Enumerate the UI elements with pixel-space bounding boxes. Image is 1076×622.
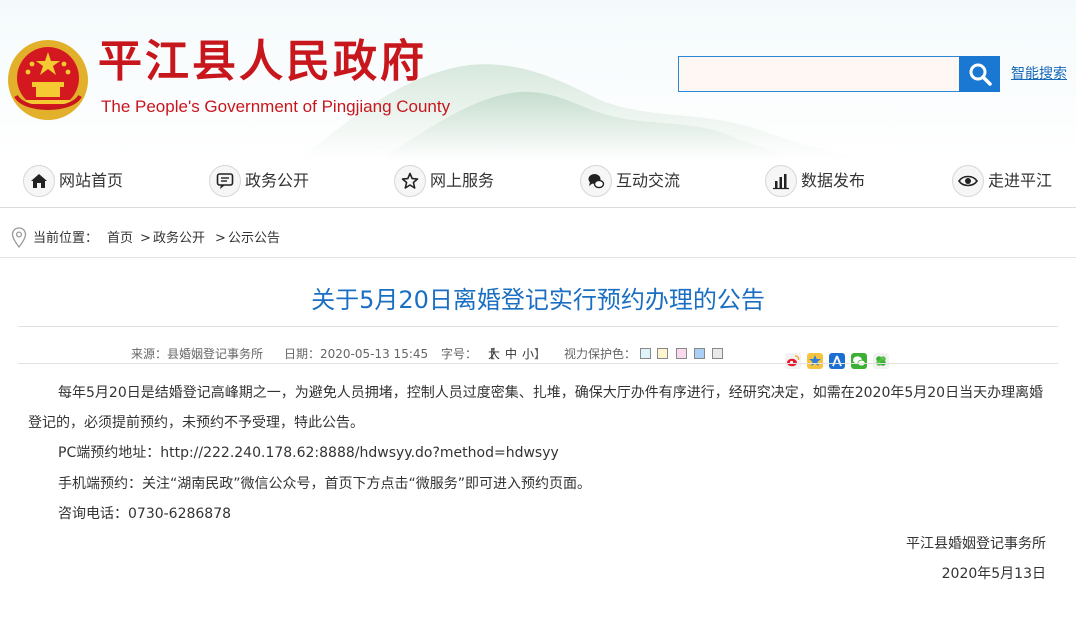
nav-label: 网站首页 [59, 171, 124, 190]
bar-chart-icon [773, 174, 789, 190]
home-icon [31, 174, 47, 188]
article-paragraph-1-line-1: 每年5月20日是结婚登记高峰期之一，为避免人员拥堵，控制人员过度密集、扎堆，确保… [58, 385, 1044, 401]
nav-item-interaction[interactable]: 互动交流 [580, 163, 680, 199]
star-icon [401, 172, 419, 189]
nav-item-gov-affairs[interactable]: 政务公开 [209, 163, 309, 199]
font-size-label: 字号： [441, 347, 478, 361]
divider [18, 363, 1058, 364]
breadcrumb-prefix: 当前位置： [33, 231, 99, 246]
qzone-icon[interactable] [807, 353, 823, 369]
site-title-cn: 平江县人民政府 [98, 36, 427, 87]
font-size-medium[interactable]: 中 [505, 346, 517, 362]
nav-label: 数据发布 [801, 171, 866, 190]
signature-date: 2020年5月13日 [941, 566, 1046, 582]
breadcrumb-gov-affairs[interactable]: 政务公开 [153, 231, 205, 247]
font-size-large[interactable]: 大 [488, 346, 500, 362]
article-paragraph-3: 手机端预约：关注“湖南民政”微信公众号，首页下方点击“微服务”即可进入预约页面。 [58, 476, 592, 492]
nav-label: 互动交流 [616, 171, 681, 190]
article-date: 日期：2020-05-13 15:45 [284, 347, 429, 361]
eye-care-swatch-gray[interactable] [712, 348, 723, 359]
location-pin-icon [11, 227, 27, 249]
wechat-icon[interactable] [851, 353, 867, 369]
font-size-small[interactable]: 小 [522, 346, 534, 362]
weibo-icon[interactable] [785, 353, 801, 369]
eye-care-label: 视力保护色： [564, 347, 637, 361]
nav-item-home[interactable]: 网站首页 [23, 163, 123, 199]
nav-item-about-pingjiang[interactable]: 走进平江 [952, 163, 1052, 199]
article-source: 来源：县婚姻登记事务所 [131, 347, 264, 361]
signature-org: 平江县婚姻登记事务所 [906, 536, 1046, 552]
breadcrumb-announcements[interactable]: 公示公告 [228, 231, 280, 247]
nav-item-data-release[interactable]: 数据发布 [765, 163, 865, 199]
nav-item-online-service[interactable]: 网上服务 [394, 163, 494, 199]
article-paragraph-2: PC端预约地址：http://222.240.178.62:8888/hdwsy… [58, 445, 559, 461]
eye-icon [958, 175, 978, 187]
smart-search-link[interactable]: 智能搜索 [1011, 65, 1067, 83]
chat-icon [588, 174, 605, 189]
nav-label: 政务公开 [245, 171, 310, 190]
site-header: 平江县人民政府 The People's Government of Pingj… [0, 0, 1076, 160]
nav-label: 网上服务 [430, 171, 495, 190]
breadcrumb-home[interactable]: 首页 [107, 231, 133, 247]
eye-care-swatch-sky[interactable] [694, 348, 705, 359]
article-paragraph-4: 咨询电话：0730-6286878 [58, 506, 232, 522]
eye-care-swatch-pink[interactable] [676, 348, 687, 359]
national-emblem [8, 40, 88, 120]
eye-care-swatch-blue[interactable] [640, 348, 651, 359]
divider [18, 326, 1058, 327]
search-icon [969, 63, 992, 86]
breadcrumb-separator: > [215, 231, 226, 246]
breadcrumb: 当前位置： 首页 > 政务公开 > 公示公告 [0, 222, 1076, 258]
main-nav: 网站首页 政务公开 网上服务 互动交流 数据发布 走进平江 [0, 160, 1076, 208]
search-button[interactable] [959, 56, 1000, 92]
nav-label: 走进平江 [988, 171, 1053, 190]
clover-icon[interactable] [873, 353, 889, 369]
search-input[interactable] [678, 56, 960, 92]
font-size-bracket-close: 】 [534, 347, 547, 361]
renren-icon[interactable] [829, 353, 845, 369]
breadcrumb-separator: > [140, 231, 151, 246]
site-title-en: The People's Government of Pingjiang Cou… [101, 97, 451, 116]
article-title: 关于5月20日离婚登记实行预约办理的公告 [311, 286, 765, 314]
eye-care-swatch-yellow[interactable] [657, 348, 668, 359]
article-paragraph-1-line-2: 登记的，必须提前预约，未预约不予受理，特此公告。 [28, 415, 364, 431]
message-icon [216, 173, 234, 189]
